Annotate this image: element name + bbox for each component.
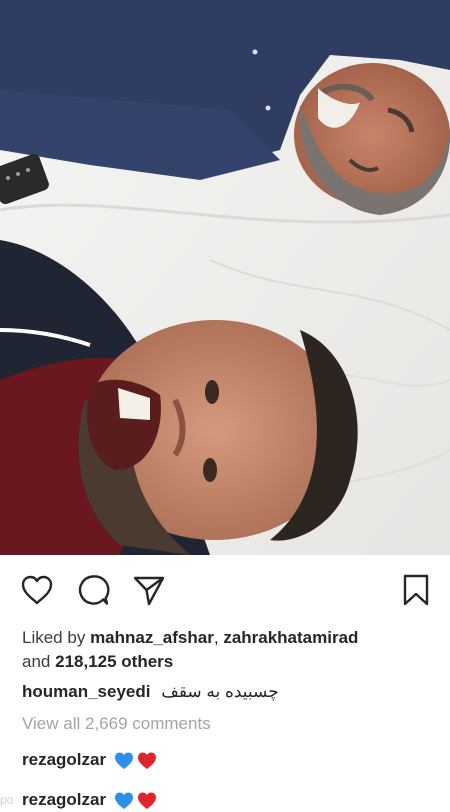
comment-button[interactable] <box>73 570 113 610</box>
and-label: and <box>22 652 51 671</box>
comment-row: rezagolzar <box>22 748 157 772</box>
watermark-text: po <box>0 793 14 807</box>
likes-summary: Liked by mahnaz_afshar, zahrakhatamirad … <box>22 626 432 674</box>
blue-heart-icon <box>115 792 134 809</box>
comment-text <box>114 751 157 770</box>
comment-bubble-icon <box>78 575 110 605</box>
comment-text <box>114 791 157 810</box>
liked-user-link[interactable]: mahnaz_afshar <box>90 628 214 647</box>
comment-username[interactable]: rezagolzar <box>22 788 106 812</box>
liked-user-link[interactable]: zahrakhatamirad <box>223 628 358 647</box>
others-count-link[interactable]: 218,125 others <box>55 652 173 671</box>
selfie-image <box>0 0 450 555</box>
red-heart-icon <box>138 792 157 809</box>
post-caption: houman_seyedi چسبیده به سقف <box>22 680 279 704</box>
view-all-comments-link[interactable]: View all 2,669 comments <box>22 712 211 736</box>
action-bar <box>0 570 450 612</box>
share-button[interactable] <box>129 570 169 610</box>
caption-username[interactable]: houman_seyedi <box>22 682 151 701</box>
liked-by-label: Liked by <box>22 628 86 647</box>
paper-plane-icon <box>133 576 165 606</box>
bookmark-icon <box>403 574 429 606</box>
post-photo[interactable] <box>0 0 450 555</box>
save-button[interactable] <box>396 570 436 610</box>
caption-text: چسبیده به سقف <box>161 682 279 701</box>
like-button[interactable] <box>17 570 57 610</box>
blue-heart-icon <box>115 752 134 769</box>
liked-separator: , <box>213 628 219 647</box>
comment-username[interactable]: rezagolzar <box>22 748 106 772</box>
comment-row: rezagolzar <box>22 788 157 812</box>
red-heart-icon <box>138 752 157 769</box>
heart-outline-icon <box>21 575 53 605</box>
